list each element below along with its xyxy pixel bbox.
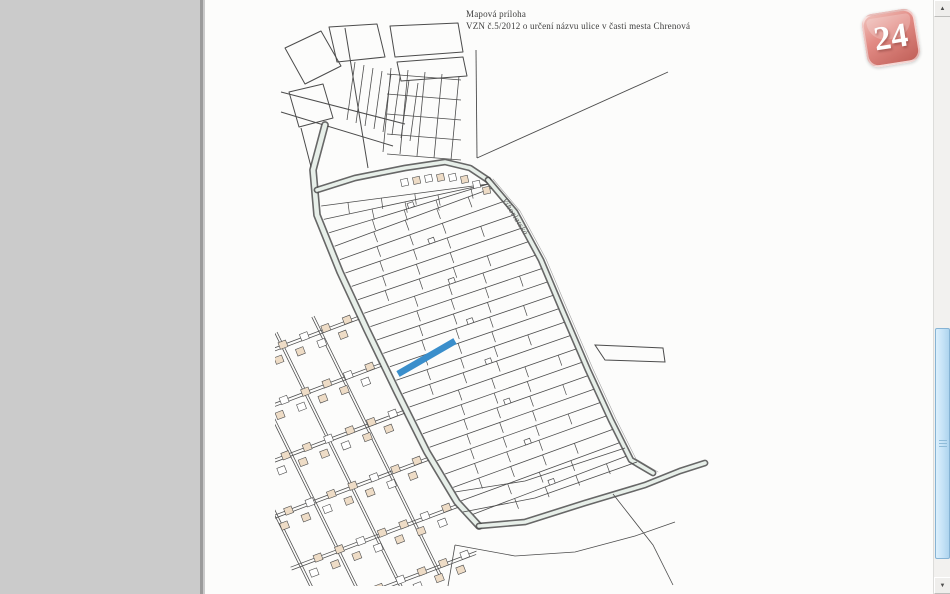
highlighted-street (398, 341, 455, 374)
scanned-map-document: Mapová príloha VZN č.5/2012 o určení náz… (205, 0, 933, 594)
sliver-parcel (595, 345, 665, 362)
vertical-scrollbar[interactable]: ▲ ▼ (933, 0, 950, 594)
logo-24-text: 24 (871, 17, 911, 60)
housing-grid-layer (205, 315, 480, 594)
scroll-down-icon: ▼ (940, 583, 946, 589)
logo-24-badge[interactable]: 24 (860, 7, 922, 69)
scrollbar-grip-icon (939, 440, 947, 448)
viewer-stage: Mapová príloha VZN č.5/2012 o určení náz… (0, 0, 950, 594)
street-label: Vihorlatská (500, 196, 530, 237)
cadastral-map-drawing: Vihorlatská (205, 0, 933, 594)
left-gray-panel (0, 0, 203, 594)
scroll-up-icon: ▲ (940, 6, 946, 12)
scroll-down-button[interactable]: ▼ (934, 577, 950, 594)
survey-and-field-lines (448, 50, 675, 586)
scrollbar-thumb[interactable] (935, 328, 950, 559)
scroll-up-button[interactable]: ▲ (934, 0, 950, 17)
